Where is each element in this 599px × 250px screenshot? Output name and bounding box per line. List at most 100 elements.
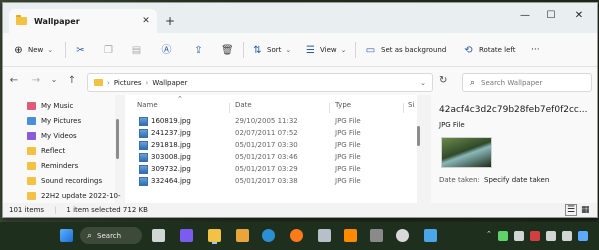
- address-dropdown-icon[interactable]: ⌄: [420, 79, 426, 87]
- tray-icon[interactable]: [530, 231, 540, 241]
- sort-button[interactable]: ⇅ Sort ⌄: [252, 42, 291, 58]
- refresh-button[interactable]: ↻: [439, 75, 447, 86]
- file-explorer-window: Wallpaper ✕ + — ☐ ✕ ⊕ New ⌄ ✂ ❐ ▤ Ⓐ ⇪ 🗑 …: [2, 2, 598, 218]
- view-button[interactable]: ☰ View ⌄: [305, 42, 346, 58]
- table-row[interactable]: 332464.jpg 05/01/2017 03:38 JPG File: [125, 176, 417, 188]
- app-icon[interactable]: [396, 229, 409, 242]
- nav-scrollbar[interactable]: [116, 99, 120, 203]
- address-bar[interactable]: › Pictures › Wallpaper ⌄: [87, 73, 433, 92]
- minimize-button[interactable]: —: [512, 10, 538, 21]
- cut-button[interactable]: ✂: [75, 42, 86, 58]
- tray-icon[interactable]: [578, 231, 588, 241]
- delete-button[interactable]: 🗑: [221, 42, 234, 58]
- column-divider: [229, 103, 230, 113]
- recent-dropdown-button[interactable]: ⌄: [47, 75, 61, 84]
- taskbar-search-button[interactable]: ⌕ Search: [80, 227, 142, 244]
- file-date: 05/01/2017 03:46: [235, 153, 298, 161]
- file-date: 05/01/2017 03:29: [235, 165, 298, 173]
- details-view-icon[interactable]: ☰: [565, 204, 578, 216]
- file-date: 05/01/2017 03:30: [235, 141, 298, 149]
- nav-item-reflect[interactable]: Reflect: [27, 145, 65, 157]
- chevron-up-icon[interactable]: ⌃: [486, 230, 492, 238]
- share-button[interactable]: ⇪: [193, 42, 204, 58]
- table-row[interactable]: 309732.jpg 05/01/2017 03:29 JPG File: [125, 164, 417, 176]
- folder-icon: [27, 177, 36, 185]
- vlc-icon[interactable]: [344, 229, 357, 242]
- set-as-background-button[interactable]: ▭ Set as background: [365, 42, 447, 58]
- tray-icon[interactable]: [498, 231, 508, 241]
- file-name: 291818.jpg: [151, 141, 191, 149]
- maximize-button[interactable]: ☐: [538, 10, 564, 21]
- windows-start-icon[interactable]: [60, 229, 73, 242]
- trash-icon: 🗑: [221, 44, 234, 56]
- column-header-size[interactable]: Si: [408, 101, 414, 113]
- set-bg-label: Set as background: [381, 46, 447, 54]
- task-view-icon[interactable]: [152, 229, 165, 242]
- breadcrumb-wallpaper[interactable]: Wallpaper: [152, 79, 187, 87]
- tab-close-icon[interactable]: ✕: [139, 16, 153, 26]
- teams-icon[interactable]: [180, 229, 193, 242]
- app-icon[interactable]: [370, 229, 383, 242]
- firefox-icon[interactable]: [290, 229, 303, 242]
- search-input[interactable]: ⌕ Search Wallpaper: [462, 73, 592, 92]
- rotate-left-button[interactable]: ⟲ Rotate left: [463, 42, 515, 58]
- image-file-icon: [139, 165, 148, 174]
- app-icon[interactable]: [236, 229, 249, 242]
- nav-item-my-videos[interactable]: My Videos: [27, 130, 77, 142]
- nav-item-reminders[interactable]: Reminders: [27, 160, 78, 172]
- tray-icon[interactable]: [514, 231, 524, 241]
- table-row[interactable]: 241237.jpg 02/07/2011 07:52 JPG File: [125, 128, 417, 140]
- file-explorer-taskbar-icon[interactable]: [208, 229, 221, 242]
- nav-item-my-music[interactable]: My Music: [27, 100, 73, 112]
- app-icon[interactable]: [318, 229, 331, 242]
- table-row[interactable]: 291818.jpg 05/01/2017 03:30 JPG File: [125, 140, 417, 152]
- details-filetype: JPG File: [439, 121, 465, 129]
- column-header-name[interactable]: Name: [137, 101, 158, 113]
- column-header-date[interactable]: Date: [235, 101, 252, 113]
- edge-icon[interactable]: [262, 229, 275, 242]
- up-button[interactable]: ↑: [65, 75, 79, 86]
- scrollbar-thumb[interactable]: [116, 119, 119, 159]
- file-date: 05/01/2017 03:38: [235, 177, 298, 185]
- new-tab-button[interactable]: +: [165, 14, 175, 28]
- chevron-right-icon: ›: [145, 78, 149, 87]
- scrollbar-thumb[interactable]: [417, 126, 420, 146]
- column-header-type[interactable]: Type: [335, 101, 351, 113]
- file-list-scrollbar[interactable]: [417, 99, 421, 203]
- rotate-left-icon: ⟲: [464, 44, 473, 56]
- back-button[interactable]: ←: [7, 75, 21, 86]
- breadcrumb-pictures[interactable]: Pictures: [114, 79, 142, 87]
- desktop-icon: ▭: [365, 44, 376, 56]
- tab-wallpaper[interactable]: Wallpaper ✕: [9, 9, 157, 33]
- chevron-right-icon: ›: [107, 78, 110, 87]
- app-icon[interactable]: [424, 229, 437, 242]
- tiles-view-icon[interactable]: ▦: [581, 205, 590, 215]
- search-placeholder: Search Wallpaper: [481, 78, 543, 87]
- nav-item-label: Reflect: [41, 147, 66, 155]
- file-type: JPG File: [335, 141, 361, 149]
- paste-button[interactable]: ▤: [131, 42, 142, 58]
- table-row[interactable]: 303008.jpg 05/01/2017 03:46 JPG File: [125, 152, 417, 164]
- nav-item-sound-recordings[interactable]: Sound recordings: [27, 175, 102, 187]
- new-button[interactable]: ⊕ New ⌄: [13, 42, 53, 58]
- rename-icon: Ⓐ: [161, 44, 172, 56]
- rename-button[interactable]: Ⓐ: [161, 42, 172, 58]
- taskbar-search-label: Search: [97, 231, 122, 240]
- nav-item-22h2-update[interactable]: 22H2 update 2022-10-: [27, 190, 121, 202]
- paste-icon: ▤: [131, 44, 142, 56]
- close-button[interactable]: ✕: [566, 10, 592, 21]
- column-divider: [329, 103, 330, 113]
- forward-button[interactable]: →: [29, 75, 43, 86]
- sort-icon: ⇅: [253, 44, 262, 56]
- file-type: JPG File: [335, 165, 361, 173]
- date-taken-value[interactable]: Specify date taken: [484, 176, 549, 184]
- table-row[interactable]: 160819.jpg 29/10/2005 11:32 JPG File: [125, 116, 417, 128]
- tray-icon[interactable]: [562, 231, 572, 241]
- nav-item-my-pictures[interactable]: My Pictures: [27, 115, 81, 127]
- more-options-button[interactable]: ···: [531, 42, 540, 58]
- tray-icon[interactable]: [546, 231, 556, 241]
- details-filename: 42acf4c3d2c79b28feb7ef0f2cc...: [439, 105, 588, 115]
- image-file-icon: [139, 177, 148, 186]
- rotate-label: Rotate left: [479, 46, 516, 54]
- copy-button[interactable]: ❐: [103, 42, 114, 58]
